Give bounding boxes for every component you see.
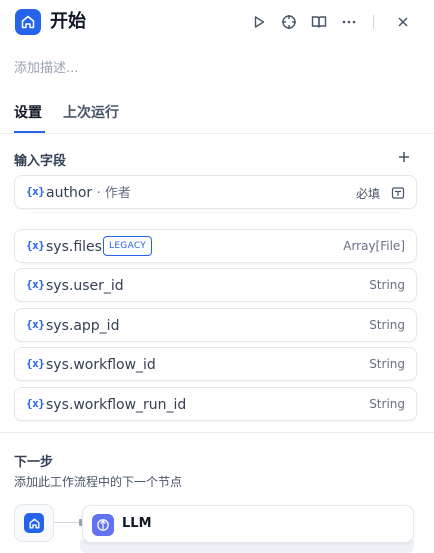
variable-icon: {x} <box>26 397 45 410</box>
input-fields-title: 输入字段 <box>14 154 67 169</box>
tab-indicator <box>14 131 45 133</box>
book-icon[interactable] <box>308 11 330 33</box>
field-sys-user-id[interactable]: {x} sys.user_id String <box>14 268 417 302</box>
close-icon[interactable] <box>392 11 414 33</box>
tab-last-run[interactable]: 上次运行 <box>63 104 119 122</box>
node-connector <box>54 522 82 523</box>
field-author[interactable]: {x} author · 作者 必填 <box>14 175 417 209</box>
field-label: · 作者 <box>96 186 131 201</box>
current-node-box <box>14 504 54 542</box>
play-icon[interactable] <box>248 11 270 33</box>
next-node-llm[interactable]: LLM <box>82 505 414 543</box>
tab-bar: 设置 上次运行 <box>0 96 434 134</box>
field-sys-files[interactable]: {x} sys.files LEGACY Array[File] <box>14 229 417 263</box>
crosshair-icon[interactable] <box>278 11 300 33</box>
next-step-description: 添加此工作流程中的下一个节点 <box>14 475 183 489</box>
llm-icon <box>92 514 114 536</box>
edit-icon[interactable] <box>391 185 405 199</box>
field-divider <box>30 212 400 218</box>
field-name: author · 作者 <box>46 185 131 201</box>
next-step-title: 下一步 <box>14 455 54 470</box>
field-sys-workflow-run-id[interactable]: {x} sys.workflow_run_id String <box>14 387 417 421</box>
add-field-button[interactable] <box>395 148 413 166</box>
variable-icon: {x} <box>26 278 45 291</box>
field-sys-app-id[interactable]: {x} sys.app_id String <box>14 308 417 342</box>
field-type: String <box>369 278 405 292</box>
panel-header: 开始 <box>0 0 434 46</box>
section-divider <box>0 432 434 433</box>
field-type: Array[File] <box>343 239 405 253</box>
field-name: sys.workflow_id <box>46 357 156 373</box>
field-name: sys.workflow_run_id <box>46 397 187 413</box>
required-badge: 必填 <box>355 187 380 201</box>
next-node-name: LLM <box>122 516 152 531</box>
field-type: String <box>369 397 405 411</box>
field-type: String <box>369 357 405 371</box>
variable-icon: {x} <box>26 185 45 198</box>
field-name: sys.app_id <box>46 318 120 334</box>
home-icon <box>15 9 41 35</box>
more-icon[interactable] <box>338 11 360 33</box>
header-divider <box>373 15 374 29</box>
field-type: String <box>369 318 405 332</box>
tab-settings[interactable]: 设置 <box>14 104 42 122</box>
variable-icon: {x} <box>26 239 45 252</box>
home-icon <box>24 513 44 533</box>
field-sys-workflow-id[interactable]: {x} sys.workflow_id String <box>14 347 417 381</box>
node-title[interactable]: 开始 <box>50 10 86 34</box>
description-input[interactable]: 添加描述... <box>14 57 78 76</box>
legacy-badge: LEGACY <box>103 236 153 256</box>
variable-icon: {x} <box>26 318 45 331</box>
variable-icon: {x} <box>26 357 45 370</box>
field-name: sys.files <box>46 239 102 255</box>
field-name: sys.user_id <box>46 278 124 294</box>
